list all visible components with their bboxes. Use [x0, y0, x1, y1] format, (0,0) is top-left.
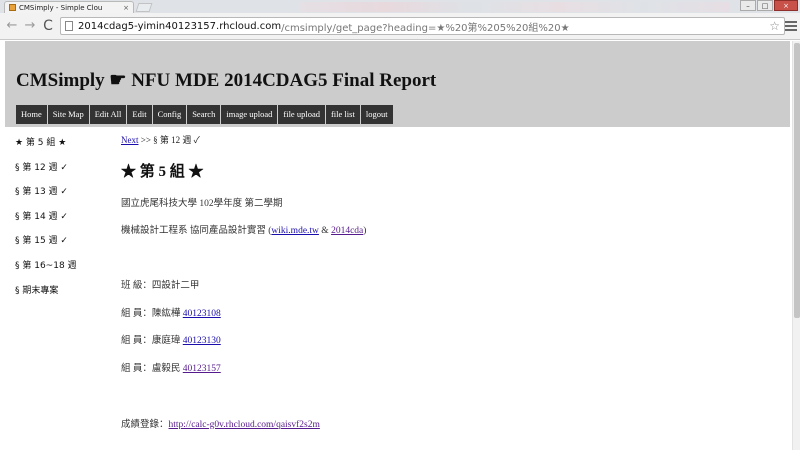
grade-link[interactable]: http://calc-g0v.rhcloud.com/qaisvf2s2m: [169, 420, 320, 430]
sidebar-item-week15[interactable]: § 第 15 週 ✓: [15, 235, 77, 260]
bookmark-star-icon[interactable]: ☆: [769, 19, 780, 33]
tab-title: CMSimply - Simple Clou: [19, 3, 103, 12]
member-line: 組 員：盧毅民 40123157: [121, 360, 221, 374]
forward-button[interactable]: →: [22, 18, 38, 34]
member-line: 組 員：康庭瑋 40123130: [121, 332, 221, 346]
grade-line: 成績登錄：http://calc-g0v.rhcloud.com/qaisvf2…: [121, 416, 320, 430]
sidebar-item-final-project[interactable]: § 期末專案: [15, 285, 77, 310]
sidebar-item-week14[interactable]: § 第 14 週 ✓: [15, 211, 77, 236]
sidebar-nav: ★ 第 5 組 ★ § 第 12 週 ✓ § 第 13 週 ✓ § 第 14 週…: [15, 137, 77, 309]
sidebar-item-week12[interactable]: § 第 12 週 ✓: [15, 162, 77, 187]
site-menu: Home Site Map Edit All Edit Config Searc…: [16, 105, 394, 124]
favicon-icon: [9, 4, 16, 11]
menu-image-upload[interactable]: image upload: [221, 105, 278, 124]
site-header: CMSimply ☛ NFU MDE 2014CDAG5 Final Repor…: [5, 41, 790, 127]
menu-edit[interactable]: Edit: [127, 105, 152, 124]
dept-line: 機械設計工程系 協同產品設計實習 (wiki.mde.tw & 2014cda): [121, 222, 366, 236]
member-id-link[interactable]: 40123157: [183, 364, 221, 374]
scrollbar-thumb[interactable]: [794, 43, 800, 318]
back-button[interactable]: ←: [4, 18, 20, 34]
url-path: /cmsimply/get_page?heading=★%20第%205%20組…: [281, 22, 570, 34]
member-id-link[interactable]: 40123108: [183, 309, 221, 319]
sidebar-item-week13[interactable]: § 第 13 週 ✓: [15, 186, 77, 211]
address-bar[interactable]: 2014cdag5-yimin40123157.rhcloud.com /cms…: [60, 17, 785, 35]
dept-text: 機械設計工程系 協同產品設計實習 (: [121, 226, 272, 236]
member-label: 組 員：康庭瑋: [121, 336, 183, 346]
new-tab-button[interactable]: [135, 3, 153, 12]
background-tabs: [300, 2, 730, 12]
maximize-button[interactable]: □: [757, 0, 773, 11]
page-viewport: CMSimply ☛ NFU MDE 2014CDAG5 Final Repor…: [0, 41, 800, 450]
breadcrumb: Next >> § 第 12 週 ✓: [121, 133, 200, 146]
member-label: 組 員：盧毅民: [121, 364, 183, 374]
breadcrumb-separator: >>: [138, 135, 154, 145]
reload-button[interactable]: C: [40, 18, 56, 34]
close-window-button[interactable]: ×: [774, 0, 798, 11]
browser-toolbar: ← → C 2014cdag5-yimin40123157.rhcloud.co…: [0, 13, 800, 40]
sidebar-item-group5[interactable]: ★ 第 5 組 ★: [15, 137, 77, 162]
browser-titlebar: CMSimply - Simple Clou × – □ ×: [0, 0, 800, 13]
menu-home[interactable]: Home: [16, 105, 47, 124]
member-id-link[interactable]: 40123130: [183, 336, 221, 346]
url-host: 2014cdag5-yimin40123157.rhcloud.com: [78, 20, 282, 32]
menu-search[interactable]: Search: [187, 105, 221, 124]
class-line: 班 級：四設計二甲: [121, 281, 200, 291]
cda-link[interactable]: 2014cda: [331, 226, 363, 236]
breadcrumb-current: § 第 12 週 ✓: [153, 135, 200, 145]
menu-config[interactable]: Config: [152, 105, 187, 124]
site-title: CMSimply ☛ NFU MDE 2014CDAG5 Final Repor…: [16, 70, 437, 91]
next-link[interactable]: Next: [121, 135, 139, 145]
ampersand: &: [318, 226, 332, 236]
page-icon: [65, 21, 73, 31]
menu-file-list[interactable]: file list: [325, 105, 360, 124]
dept-close: ): [363, 226, 367, 236]
menu-logout[interactable]: logout: [360, 105, 393, 124]
browser-tab[interactable]: CMSimply - Simple Clou ×: [4, 1, 134, 13]
window-controls: – □ ×: [739, 0, 798, 12]
wiki-link[interactable]: wiki.mde.tw: [271, 226, 319, 236]
browser-menu-icon[interactable]: [785, 18, 797, 34]
sidebar-item-week16-18[interactable]: § 第 16~18 週: [15, 260, 77, 285]
menu-edit-all[interactable]: Edit All: [89, 105, 127, 124]
school-line: 國立虎尾科技大學 102學年度 第二學期: [121, 199, 283, 209]
minimize-button[interactable]: –: [740, 0, 756, 11]
menu-site-map[interactable]: Site Map: [47, 105, 89, 124]
member-line: 組 員：陳紘樺 40123108: [121, 305, 221, 319]
vertical-scrollbar[interactable]: [792, 41, 800, 450]
page-heading: ★ 第 5 組 ★: [121, 164, 204, 180]
member-label: 組 員：陳紘樺: [121, 309, 183, 319]
menu-file-upload[interactable]: file upload: [278, 105, 325, 124]
tab-close-icon[interactable]: ×: [123, 4, 129, 12]
grade-label: 成績登錄：: [121, 420, 169, 430]
